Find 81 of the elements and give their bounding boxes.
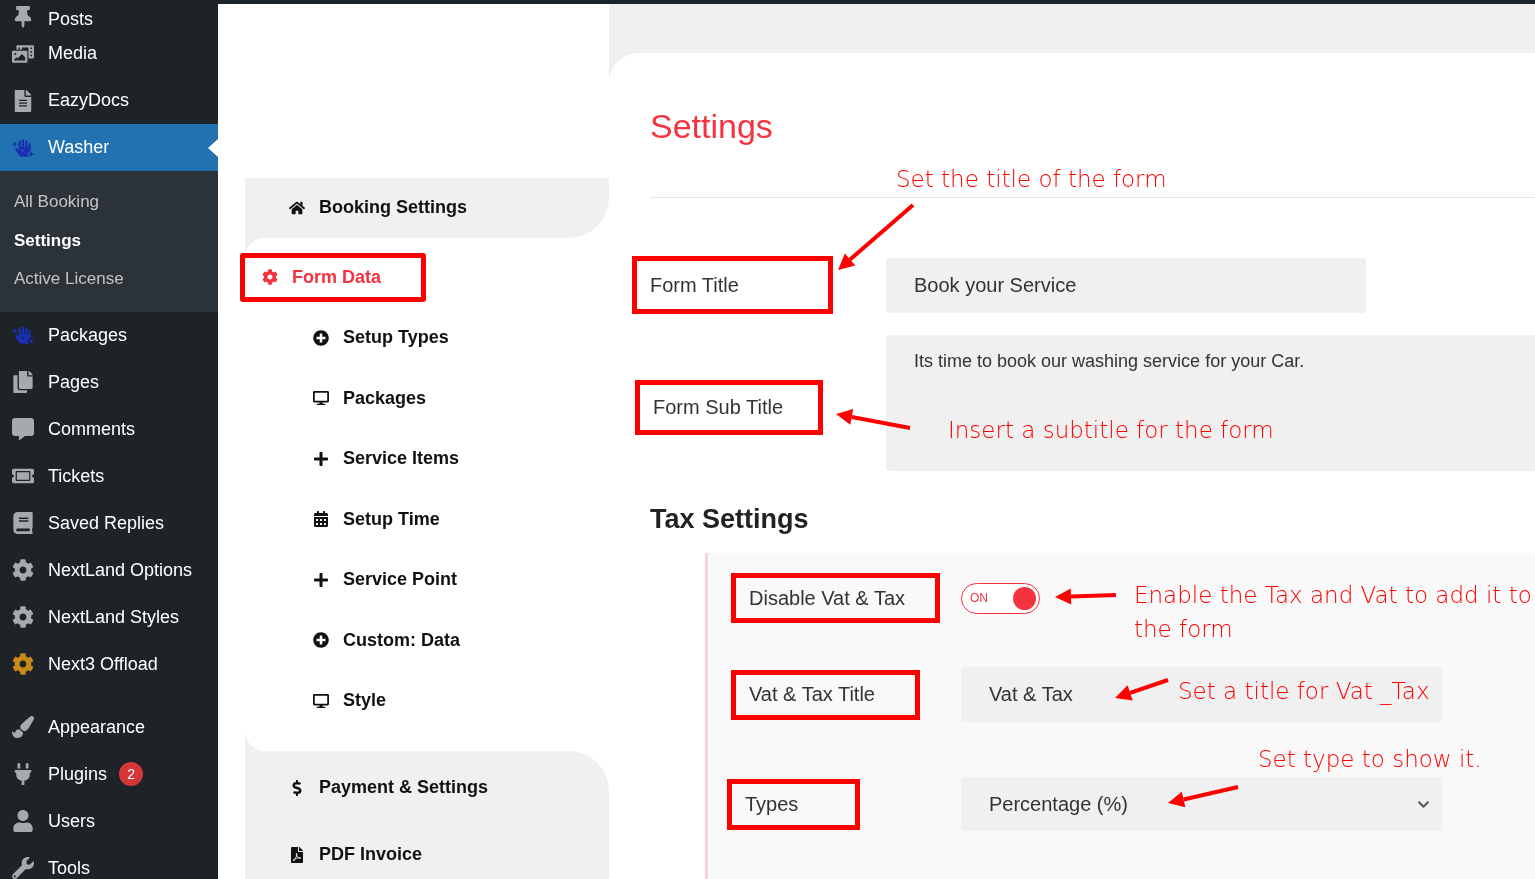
arrow [1168,785,1239,808]
wrench-icon [10,855,36,879]
submenu-item[interactable]: Active License [0,260,218,299]
sidebar-label: NextLand Options [48,559,193,581]
sidebar-item[interactable]: NextLand Styles [0,593,218,641]
field-label: Types [727,778,860,830]
field-label: Form Title [632,256,833,314]
select-field[interactable]: Percentage (%) [961,777,1442,831]
sidebar-item[interactable]: Saved Replies [0,499,218,547]
sidebar-item[interactable]: Tickets [0,452,218,500]
field-label: Disable Vat & Tax [731,573,940,623]
section-heading: Tax Settings [650,504,810,535]
sidebar-item[interactable]: Users [0,797,218,845]
annotation-note: Set the title of the form [896,165,1167,194]
brush-icon [10,714,36,740]
sidebar-item[interactable]: Plugins 2 [0,750,218,798]
sidebar-label: Pages [48,371,100,393]
sidebar-label: Posts [48,9,94,30]
settings-nav-item[interactable]: Form Data [240,252,426,302]
sidebar-item[interactable]: Comments [0,405,218,453]
sidebar-label: Tools [48,857,91,879]
sidebar-item[interactable]: Tools [0,844,218,879]
sidebar-label: Saved Replies [48,512,165,534]
submenu-item[interactable]: All Booking [0,183,218,222]
book-icon [10,510,36,536]
field-label: Form Sub Title [635,380,823,435]
sidebar-item[interactable]: Media [0,30,218,77]
calendar-icon [313,511,329,528]
toggle-switch[interactable]: ON [961,582,1040,614]
sidebar-label: Appearance [48,716,146,738]
settings-subnav-item[interactable]: Setup Types [245,307,609,368]
settings-subnav-item[interactable]: Setup Time [245,489,609,550]
sidebar-label: NextLand Styles [48,606,180,628]
settings-nav-item[interactable]: Payment & Settings [267,763,534,812]
pages-icon [10,369,36,395]
sidebar-item[interactable]: EazyDocs [0,77,218,124]
sidebar-label: Users [48,810,95,832]
sidebar-label: Media [48,43,98,64]
settings-nav-item[interactable]: PDF Invoice [267,830,468,879]
plus-icon [313,571,329,588]
sidebar-label: EazyDocs [48,90,130,111]
settings-subnav-item[interactable]: Custom: Data [245,610,609,671]
gear-icon [262,269,278,285]
submenu-item[interactable]: Settings [0,221,218,260]
sidebar-item[interactable]: NextLand Options [0,546,218,594]
settings-subnav-item[interactable]: Packages [245,368,609,429]
sidebar-label: Washer [48,137,110,158]
gear-icon [10,604,36,630]
annotation-note: Insert a subtitle for the form [948,416,1274,445]
sidebar-label: Comments [48,418,136,440]
active-notch [208,139,218,157]
monitor-icon [313,692,329,709]
sidebar-item[interactable]: Appearance [0,703,218,751]
home-icon [289,199,305,216]
sidebar-item[interactable]: Posts [0,0,218,30]
pdf-file-icon [289,846,305,863]
settings-subnav-item[interactable]: Service Items [245,428,609,489]
arrow [1115,678,1169,701]
settings-subnav-item[interactable]: Style [245,670,609,731]
sidebar-label: Next3 Offload [48,653,158,675]
sidebar-item[interactable]: Washer [0,124,218,171]
field-label: Vat & Tax Title [731,669,920,720]
settings-subnav-item[interactable]: Service Point [245,549,609,610]
gear-icon [10,557,36,583]
sidebar-label: Tickets [48,465,105,487]
sidebar-item[interactable]: Next3 Offload [0,640,218,688]
comment-icon [10,416,36,442]
sidebar-item[interactable]: Pages [0,358,218,406]
sidebar-label: Packages [48,324,128,346]
annotation-note: Set type to show it. [1258,745,1482,774]
plus-icon [313,450,329,467]
sidebar-label: Plugins [48,763,108,785]
page-title: Settings [650,106,774,147]
user-icon [10,808,36,834]
annotation-note: Set a title for Vat _Tax [1178,677,1430,707]
annotation-note: Enable the Tax and Vat to add it to the form [1134,581,1533,644]
monitor-icon [313,390,329,407]
sidebar-item[interactable]: Packages [0,311,218,359]
arrow [1055,588,1117,605]
text-field[interactable]: Book your Service [886,258,1366,313]
count-badge: 2 [119,762,144,786]
